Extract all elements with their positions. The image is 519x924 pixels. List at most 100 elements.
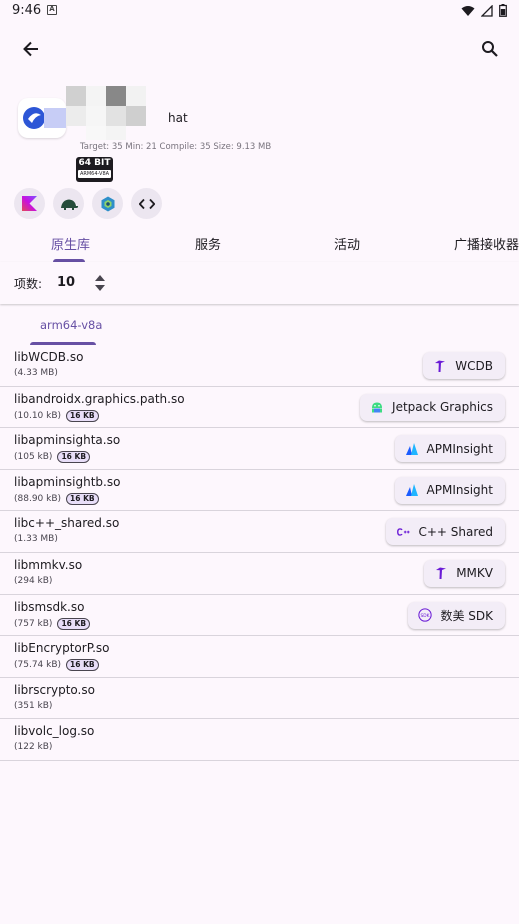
turtle-icon xyxy=(60,199,78,210)
library-name: libandroidx.graphics.path.so xyxy=(14,391,185,406)
tab-bar: 原生库 服务 活动 广播接收器 xyxy=(0,228,519,262)
library-sdk-chip[interactable]: APMInsight xyxy=(394,435,505,463)
wifi-icon xyxy=(461,5,475,16)
library-row[interactable]: libmmkv.so (294 kB) MMKV xyxy=(0,553,519,595)
apminsight-icon xyxy=(405,483,419,497)
library-name: libEncryptorP.so xyxy=(14,641,110,656)
library-meta: (1.33 MB) xyxy=(14,534,58,544)
battery-icon xyxy=(499,4,507,17)
library-row[interactable]: librscrypto.so (351 kB) xyxy=(0,678,519,720)
count-value: 10 xyxy=(57,275,76,290)
library-sdk-label: 数美 SDK xyxy=(440,608,493,623)
search-icon xyxy=(482,41,498,57)
library-size: (4.33 MB) xyxy=(14,368,58,378)
library-row[interactable]: libvolc_log.so (122 kB) xyxy=(0,719,519,761)
library-name: libmmkv.so xyxy=(14,557,83,572)
code-chip[interactable] xyxy=(131,188,162,219)
sdk-hex-chip[interactable] xyxy=(92,188,123,219)
sdk-icon: SDK xyxy=(418,608,433,622)
library-meta: (757 kB) 16 KB xyxy=(14,617,91,630)
bit-label: 64 BIT xyxy=(78,158,111,168)
library-sdk-label: Jetpack Graphics xyxy=(392,400,493,415)
sort-toggle[interactable] xyxy=(93,272,107,294)
library-meta: (122 kB) xyxy=(14,742,52,752)
library-sdk-chip[interactable]: MMKV xyxy=(424,559,505,587)
status-bar: 9:46 A xyxy=(0,0,519,24)
arrow-back-icon xyxy=(23,41,38,57)
app-meta: Target: 35 Min: 21 Compile: 35 Size: 9.1… xyxy=(80,142,272,152)
library-meta: (105 kB) 16 KB xyxy=(14,451,91,464)
library-meta: (10.10 kB) 16 KB xyxy=(14,409,99,422)
library-sdk-chip[interactable]: Jetpack Graphics xyxy=(360,393,505,421)
app-header: hat Target: 35 Min: 21 Compile: 35 Size:… xyxy=(0,84,519,184)
code-icon xyxy=(138,198,155,209)
page-size-badge: 16 KB xyxy=(57,617,91,630)
page-size-badge: 16 KB xyxy=(66,659,99,672)
library-size: (1.33 MB) xyxy=(14,534,58,545)
library-size: (75.74 kB) xyxy=(14,660,62,671)
tab-native-libs[interactable]: 原生库 xyxy=(51,234,90,253)
library-meta: (351 kB) xyxy=(14,701,52,711)
library-sdk-label: WCDB xyxy=(455,358,493,373)
cpp-icon xyxy=(396,525,410,539)
status-icons xyxy=(461,4,507,17)
count-label: 项数: xyxy=(14,277,43,291)
library-row[interactable]: libWCDB.so (4.33 MB) WCDB xyxy=(0,345,519,387)
library-sdk-chip[interactable]: SDK 数美 SDK xyxy=(408,601,505,629)
library-name: libapminsightb.so xyxy=(14,474,121,489)
feature-chips xyxy=(14,188,162,219)
tab-receivers[interactable]: 广播接收器 xyxy=(454,234,519,253)
library-name: libWCDB.so xyxy=(14,350,84,364)
library-sdk-label: MMKV xyxy=(456,566,493,581)
svg-text:SDK: SDK xyxy=(421,613,430,619)
tab-services[interactable]: 服务 xyxy=(195,234,221,253)
search-button[interactable] xyxy=(477,36,503,62)
library-name: libc++_shared.so xyxy=(14,516,120,531)
library-meta: (75.74 kB) 16 KB xyxy=(14,659,99,672)
count-bar: 项数: 10 xyxy=(0,262,519,304)
library-meta: (88.90 kB) 16 KB xyxy=(14,492,99,505)
library-row[interactable]: libandroidx.graphics.path.so (10.10 kB) 16… xyxy=(0,387,519,429)
library-row[interactable]: libc++_shared.so (1.33 MB) C++ Shared xyxy=(0,511,519,553)
library-sdk-chip[interactable]: WCDB xyxy=(423,352,505,379)
library-name: libvolc_log.so xyxy=(14,724,95,739)
app-name: hat xyxy=(168,111,188,125)
library-size: (351 kB) xyxy=(14,700,53,711)
tencent-mars-icon xyxy=(434,566,448,580)
library-sdk-label: C++ Shared xyxy=(418,524,493,539)
page-size-badge: 16 KB xyxy=(57,451,91,464)
library-name: libapminsighta.so xyxy=(14,433,121,448)
abi-label: ARM64-V8A xyxy=(78,170,111,178)
kotlin-icon xyxy=(22,196,37,211)
tencent-mars-icon xyxy=(433,359,447,373)
library-size: (122 kB) xyxy=(14,742,53,753)
signal-icon xyxy=(481,4,493,17)
library-row[interactable]: libEncryptorP.so (75.74 kB) 16 KB xyxy=(0,636,519,678)
sort-arrows-icon xyxy=(95,275,105,291)
page-size-badge: 16 KB xyxy=(66,492,99,505)
abi-tab[interactable]: arm64-v8a xyxy=(40,318,102,332)
library-name: libsmsdk.so xyxy=(14,599,85,614)
apminsight-icon xyxy=(405,442,419,456)
library-row[interactable]: libapminsighta.so (105 kB) 16 KB APMInsight xyxy=(0,428,519,470)
android-icon xyxy=(370,400,384,414)
toolbar xyxy=(0,24,519,72)
library-sdk-chip[interactable]: C++ Shared xyxy=(386,518,505,546)
kotlin-chip[interactable] xyxy=(14,188,45,219)
censored-app-name xyxy=(46,86,150,142)
library-list: libWCDB.so (4.33 MB) WCDB libandroidx.graph… xyxy=(0,345,519,761)
library-row[interactable]: libapminsightb.so (88.90 kB) 16 KB APMInsig… xyxy=(0,470,519,512)
bit-badge: 64 BIT ARM64-V8A xyxy=(76,157,113,182)
back-button[interactable] xyxy=(18,36,44,62)
library-meta: (294 kB) xyxy=(14,576,52,586)
library-size: (294 kB) xyxy=(14,575,53,586)
library-meta: (4.33 MB) xyxy=(14,368,58,378)
tab-activities[interactable]: 活动 xyxy=(334,234,360,253)
library-size: (10.10 kB) xyxy=(14,410,62,421)
library-row[interactable]: libsmsdk.so (757 kB) 16 KB SDK 数美 SDK xyxy=(0,595,519,637)
notification-icon: A xyxy=(47,5,57,15)
library-size: (88.90 kB) xyxy=(14,493,62,504)
turtle-chip[interactable] xyxy=(53,188,84,219)
library-sdk-chip[interactable]: APMInsight xyxy=(394,476,505,504)
library-name: librscrypto.so xyxy=(14,682,95,697)
